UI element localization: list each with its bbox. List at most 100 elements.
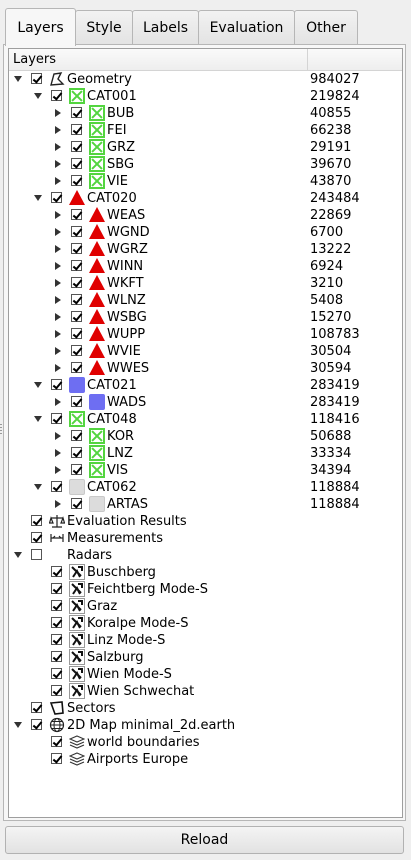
tree-row[interactable]: WKFT 3210 [9, 275, 402, 292]
splitter-handle[interactable] [0, 424, 2, 436]
tree-row[interactable]: WADS 283419 [9, 394, 402, 411]
layer-visibility-checkbox[interactable] [51, 566, 62, 577]
tree-row[interactable]: VIS 34394 [9, 462, 402, 479]
layer-visibility-checkbox[interactable] [51, 192, 62, 203]
layer-visibility-checkbox[interactable] [31, 73, 42, 84]
layer-visibility-checkbox[interactable] [71, 345, 82, 356]
tree-row[interactable]: VIE 43870 [9, 173, 402, 190]
collapse-arrow-icon[interactable] [14, 76, 22, 82]
layer-visibility-checkbox[interactable] [31, 515, 42, 526]
layer-visibility-checkbox[interactable] [71, 226, 82, 237]
layer-visibility-checkbox[interactable] [51, 379, 62, 390]
tree-row[interactable]: CAT001 219824 [9, 88, 402, 105]
tree-row[interactable]: WINN 6924 [9, 258, 402, 275]
tree-header[interactable]: Layers [9, 49, 402, 71]
tree-row[interactable]: Salzburg [9, 649, 402, 666]
layer-visibility-checkbox[interactable] [31, 532, 42, 543]
tree-row[interactable]: KOR 50688 [9, 428, 402, 445]
expand-arrow-icon[interactable] [55, 160, 61, 168]
tree-row[interactable]: Wien Mode-S [9, 666, 402, 683]
expand-arrow-icon[interactable] [55, 398, 61, 406]
layer-visibility-checkbox[interactable] [31, 549, 42, 560]
layer-visibility-checkbox[interactable] [71, 447, 82, 458]
tree-row[interactable]: Koralpe Mode-S [9, 615, 402, 632]
layer-visibility-checkbox[interactable] [71, 328, 82, 339]
collapse-arrow-icon[interactable] [34, 484, 42, 490]
layer-visibility-checkbox[interactable] [51, 634, 62, 645]
tree-row[interactable]: world boundaries [9, 734, 402, 751]
tree-row[interactable]: CAT048 118416 [9, 411, 402, 428]
layer-visibility-checkbox[interactable] [51, 651, 62, 662]
layer-visibility-checkbox[interactable] [31, 702, 42, 713]
tree-row[interactable]: WGRZ 13222 [9, 241, 402, 258]
tree-row[interactable]: WVIE 30504 [9, 343, 402, 360]
layer-visibility-checkbox[interactable] [71, 158, 82, 169]
collapse-arrow-icon[interactable] [14, 552, 22, 558]
layer-visibility-checkbox[interactable] [51, 90, 62, 101]
expand-arrow-icon[interactable] [55, 449, 61, 457]
expand-arrow-icon[interactable] [55, 500, 61, 508]
expand-arrow-icon[interactable] [55, 364, 61, 372]
tree-row[interactable]: WSBG 15270 [9, 309, 402, 326]
expand-arrow-icon[interactable] [55, 262, 61, 270]
layer-visibility-checkbox[interactable] [51, 617, 62, 628]
header-divider[interactable] [307, 49, 308, 70]
tree-row[interactable]: Measurements [9, 530, 402, 547]
tree-row[interactable]: 2D Map minimal_2d.earth [9, 717, 402, 734]
reload-button[interactable]: Reload [5, 826, 404, 854]
layer-visibility-checkbox[interactable] [51, 413, 62, 424]
expand-arrow-icon[interactable] [55, 109, 61, 117]
tree-row[interactable]: Feichtberg Mode-S [9, 581, 402, 598]
expand-arrow-icon[interactable] [55, 126, 61, 134]
collapse-arrow-icon[interactable] [34, 416, 42, 422]
tree-row[interactable]: CAT021 283419 [9, 377, 402, 394]
tree-row[interactable]: GRZ 29191 [9, 139, 402, 156]
layer-visibility-checkbox[interactable] [71, 209, 82, 220]
tree-row[interactable]: WGND 6700 [9, 224, 402, 241]
tree-row[interactable]: ARTAS 118884 [9, 496, 402, 513]
layers-tree[interactable]: Layers Geometry 984027 CAT001 219824 BUB 4085… [8, 48, 403, 818]
tab-style[interactable]: Style [75, 10, 133, 44]
layer-visibility-checkbox[interactable] [71, 362, 82, 373]
expand-arrow-icon[interactable] [55, 211, 61, 219]
tree-row[interactable]: SBG 39670 [9, 156, 402, 173]
expand-arrow-icon[interactable] [55, 330, 61, 338]
tab-layers[interactable]: Layers [5, 8, 76, 46]
expand-arrow-icon[interactable] [55, 347, 61, 355]
expand-arrow-icon[interactable] [55, 228, 61, 236]
layer-visibility-checkbox[interactable] [71, 260, 82, 271]
layer-visibility-checkbox[interactable] [51, 583, 62, 594]
layer-visibility-checkbox[interactable] [51, 668, 62, 679]
expand-arrow-icon[interactable] [55, 143, 61, 151]
layer-visibility-checkbox[interactable] [51, 600, 62, 611]
expand-arrow-icon[interactable] [55, 296, 61, 304]
layer-visibility-checkbox[interactable] [71, 464, 82, 475]
layer-visibility-checkbox[interactable] [71, 141, 82, 152]
layer-visibility-checkbox[interactable] [51, 481, 62, 492]
layer-visibility-checkbox[interactable] [71, 311, 82, 322]
layer-visibility-checkbox[interactable] [71, 175, 82, 186]
expand-arrow-icon[interactable] [55, 432, 61, 440]
layer-visibility-checkbox[interactable] [71, 294, 82, 305]
layer-visibility-checkbox[interactable] [51, 736, 62, 747]
tab-other[interactable]: Other [294, 10, 358, 44]
layer-visibility-checkbox[interactable] [71, 396, 82, 407]
layer-visibility-checkbox[interactable] [71, 430, 82, 441]
tree-row[interactable]: WEAS 22869 [9, 207, 402, 224]
tree-row[interactable]: Sectors [9, 700, 402, 717]
tree-row[interactable]: CAT020 243484 [9, 190, 402, 207]
layer-visibility-checkbox[interactable] [71, 243, 82, 254]
collapse-arrow-icon[interactable] [34, 93, 42, 99]
tree-row[interactable]: BUB 40855 [9, 105, 402, 122]
tab-evaluation[interactable]: Evaluation [198, 10, 295, 44]
layer-visibility-checkbox[interactable] [71, 107, 82, 118]
expand-arrow-icon[interactable] [55, 313, 61, 321]
collapse-arrow-icon[interactable] [34, 382, 42, 388]
layer-visibility-checkbox[interactable] [31, 719, 42, 730]
layer-visibility-checkbox[interactable] [51, 753, 62, 764]
tree-row[interactable]: Graz [9, 598, 402, 615]
tree-row[interactable]: FEI 66238 [9, 122, 402, 139]
layer-visibility-checkbox[interactable] [71, 124, 82, 135]
tree-row[interactable]: WWES 30594 [9, 360, 402, 377]
tab-labels[interactable]: Labels [132, 10, 199, 44]
